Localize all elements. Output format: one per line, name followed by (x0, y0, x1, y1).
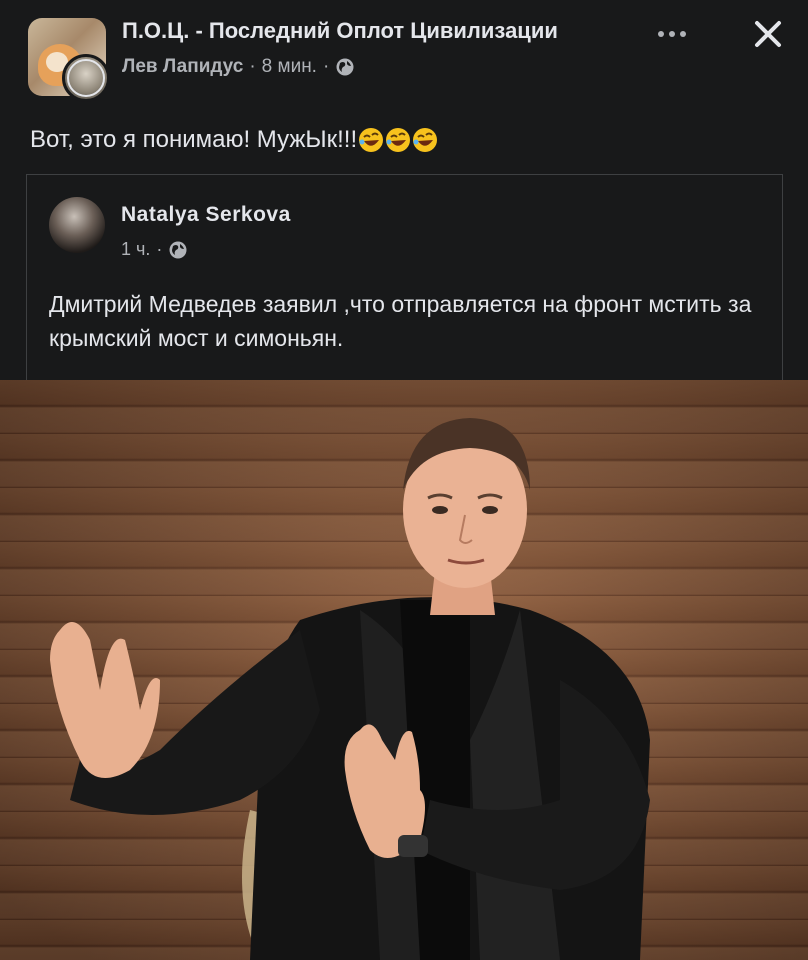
more-horizontal-icon[interactable] (650, 24, 694, 44)
shared-post-card[interactable]: Natalya Serkova 1 ч. · Дмитрий Медведев … (26, 174, 783, 384)
meta-separator-2: · (322, 56, 330, 77)
post-photo[interactable] (0, 380, 808, 960)
globe-icon (169, 241, 187, 258)
shared-post-text: Дмитрий Медведев заявил ,что отправляетс… (49, 291, 752, 351)
shared-author-name[interactable]: Natalya Serkova (121, 203, 291, 227)
rolling-laughing-emoji (413, 128, 438, 152)
post-text: Вот, это я понимаю! МужЫк!!! (30, 126, 358, 153)
rolling-laughing-emoji (386, 128, 411, 152)
rolling-laughing-emoji (359, 128, 384, 152)
photo-of-man-in-leather-jacket (50, 418, 650, 960)
globe-icon (336, 58, 354, 76)
shared-post-time[interactable]: 1 ч. (121, 239, 150, 260)
shared-post-meta: 1 ч. · (121, 239, 188, 260)
meta-separator: · (249, 56, 256, 77)
author-name[interactable]: Лев Лапидус (122, 56, 243, 78)
author-avatar[interactable] (62, 54, 110, 102)
shared-author-avatar[interactable] (49, 197, 105, 253)
group-title[interactable]: П.О.Ц. - Последний Оплот Цивилизации (122, 18, 558, 44)
shared-meta-separator: · (156, 239, 163, 259)
post-meta: Лев Лапидус · 8 мин. · (122, 56, 355, 78)
close-icon[interactable] (748, 14, 788, 54)
avatar-ring (67, 59, 105, 97)
post-text-line: Вот, это я понимаю! МужЫк!!! (30, 126, 438, 154)
post-time[interactable]: 8 мин. (262, 56, 317, 78)
post-header: П.О.Ц. - Последний Оплот Цивилизации Лев… (0, 0, 808, 110)
